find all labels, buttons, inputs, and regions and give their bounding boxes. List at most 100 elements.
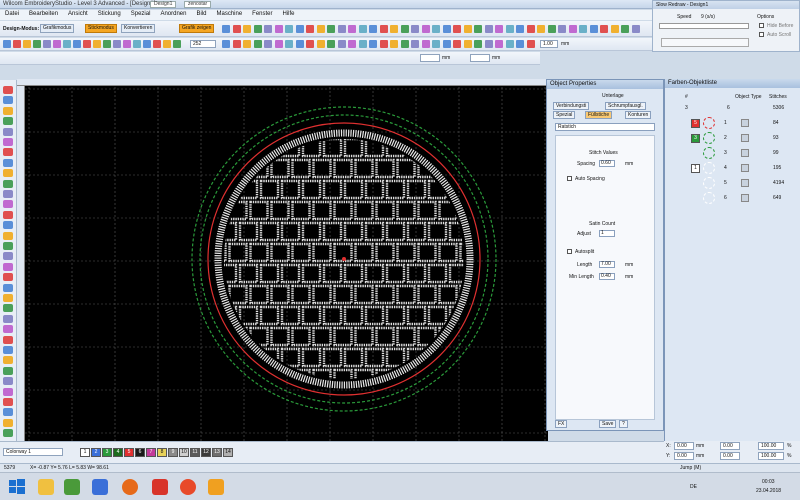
- speed-slider[interactable]: [659, 23, 749, 29]
- toolbar-tool-icon[interactable]: [390, 40, 398, 48]
- tab-outlines[interactable]: Konturen: [625, 111, 652, 119]
- left-tool-icon[interactable]: [3, 283, 13, 292]
- autosplit-checkbox[interactable]: [567, 249, 572, 254]
- color-swatch[interactable]: 3: [102, 448, 112, 457]
- underlay-tab-label[interactable]: Unterlage: [602, 93, 624, 99]
- save-button[interactable]: Save: [599, 420, 617, 428]
- stitch-mode-button[interactable]: Stickmodus: [85, 24, 117, 33]
- toolbar-tool-icon[interactable]: [348, 25, 356, 33]
- scale-y-input[interactable]: 100.00: [758, 452, 784, 460]
- toolbar-tool-icon[interactable]: [484, 25, 493, 33]
- color-swatch[interactable]: 11: [190, 448, 200, 457]
- toolbar-tool-icon[interactable]: [143, 40, 151, 48]
- left-tool-icon[interactable]: [3, 127, 13, 136]
- toolbar-tool-icon[interactable]: [73, 40, 81, 48]
- menu-spezial[interactable]: Spezial: [126, 10, 156, 17]
- menu-hilfe[interactable]: Hilfe: [278, 10, 300, 17]
- toolbar-tool-icon[interactable]: [600, 25, 608, 33]
- toolbar-tool-icon[interactable]: [327, 25, 335, 33]
- left-tool-icon[interactable]: [3, 304, 13, 313]
- toolbar-tool-icon[interactable]: [474, 40, 482, 48]
- spreadsheet-app-icon[interactable]: [64, 479, 80, 495]
- tab-fill[interactable]: Füllstiche: [585, 111, 613, 119]
- clock-date[interactable]: 23.04.2018: [756, 488, 781, 494]
- toolbar-tool-icon[interactable]: [23, 40, 31, 48]
- color-list-row[interactable]: 3 2 93: [667, 132, 799, 145]
- toolbar-tool-icon[interactable]: [411, 40, 419, 48]
- h-input[interactable]: 0.00: [720, 452, 740, 460]
- toolbar-tool-icon[interactable]: [113, 40, 121, 48]
- toolbar-tool-icon[interactable]: [222, 25, 230, 33]
- toolbar-tool-icon[interactable]: [369, 25, 377, 33]
- color-swatch[interactable]: 13: [212, 448, 222, 457]
- toolbar-tool-icon[interactable]: [173, 40, 181, 48]
- toolbar-tool-icon[interactable]: [316, 25, 325, 33]
- stitch-type-select[interactable]: Ratstich: [555, 123, 655, 131]
- toolbar-tool-icon[interactable]: [306, 40, 314, 48]
- toolbar-tool-icon[interactable]: [411, 25, 419, 33]
- toolbar-tool-icon[interactable]: [163, 40, 171, 48]
- toolbar-tool-icon[interactable]: [337, 25, 346, 33]
- left-tool-icon[interactable]: [3, 117, 13, 126]
- toolbar-tool-icon[interactable]: [93, 40, 101, 48]
- toolbar-tool-icon[interactable]: [13, 40, 21, 48]
- browser-icon[interactable]: [180, 479, 196, 495]
- left-tool-icon[interactable]: [3, 262, 13, 271]
- toolbar-tool-icon[interactable]: [103, 40, 111, 48]
- document-app-icon[interactable]: [92, 479, 108, 495]
- toolbar-tool-icon[interactable]: [3, 40, 11, 48]
- left-tool-icon[interactable]: [3, 356, 13, 365]
- left-tool-icon[interactable]: [3, 158, 13, 167]
- menu-datei[interactable]: Datei: [0, 10, 24, 17]
- file-explorer-icon[interactable]: [38, 479, 54, 495]
- toolbar-tool-icon[interactable]: [123, 40, 131, 48]
- toolbar-tool-icon[interactable]: [631, 25, 640, 33]
- toolbar-tool-icon[interactable]: [379, 25, 388, 33]
- left-tool-icon[interactable]: [3, 231, 13, 240]
- toolbar-tool-icon[interactable]: [369, 40, 377, 48]
- toolbar-tool-icon[interactable]: [285, 40, 293, 48]
- embroidery-app-icon[interactable]: [208, 479, 224, 495]
- toolbar-tool-icon[interactable]: [274, 25, 283, 33]
- toolbar-tool-icon[interactable]: [232, 25, 241, 33]
- left-tool-icon[interactable]: [3, 221, 13, 230]
- color-list-row[interactable]: 5 1 84: [667, 117, 799, 130]
- left-tool-icon[interactable]: [3, 387, 13, 396]
- toolbar-tool-icon[interactable]: [133, 40, 141, 48]
- toolbar-tool-icon[interactable]: [379, 40, 388, 48]
- color-list-row[interactable]: 5 4194: [667, 177, 799, 190]
- toolbar-tool-icon[interactable]: [43, 40, 51, 48]
- color-list-row[interactable]: 1 4 195: [667, 162, 799, 175]
- tab-design1[interactable]: Design1: [150, 1, 177, 8]
- x-input[interactable]: 0.00: [674, 442, 694, 450]
- toolbar-tool-icon[interactable]: [558, 25, 566, 33]
- pdf-reader-icon[interactable]: [152, 479, 168, 495]
- left-tool-icon[interactable]: [3, 418, 13, 427]
- toolbar-tool-icon[interactable]: [358, 25, 367, 33]
- auto-scroll-checkbox[interactable]: [759, 32, 764, 37]
- toolbar-tool-icon[interactable]: [316, 40, 325, 48]
- toolbar-tool-icon[interactable]: [442, 25, 451, 33]
- w-input[interactable]: 0.00: [720, 442, 740, 450]
- toolbar-tool-icon[interactable]: [537, 25, 545, 33]
- firefox-icon[interactable]: [122, 479, 138, 495]
- tab-connectors[interactable]: Verbindungsti: [553, 102, 590, 110]
- toolbar-tool-icon[interactable]: [453, 25, 461, 33]
- auto-spacing-checkbox[interactable]: [567, 176, 572, 181]
- left-tool-icon[interactable]: [3, 252, 13, 261]
- toolbar-tool-icon[interactable]: [421, 40, 430, 48]
- color-swatch[interactable]: 14: [223, 448, 233, 457]
- toolbar-tool-icon[interactable]: [253, 40, 262, 48]
- left-tool-icon[interactable]: [3, 429, 13, 438]
- hide-before-checkbox[interactable]: [759, 23, 764, 28]
- left-tool-icon[interactable]: [3, 138, 13, 146]
- height-input[interactable]: [470, 54, 490, 62]
- color-list-row[interactable]: 6 649: [667, 192, 799, 205]
- toolbar-tool-icon[interactable]: [348, 40, 356, 48]
- size-input[interactable]: 1.00: [540, 40, 558, 48]
- left-tool-icon[interactable]: [3, 335, 13, 344]
- left-tool-icon[interactable]: [3, 294, 13, 302]
- color-swatch[interactable]: 12: [201, 448, 211, 457]
- menu-bild[interactable]: Bild: [191, 10, 211, 17]
- left-tool-icon[interactable]: [3, 86, 13, 94]
